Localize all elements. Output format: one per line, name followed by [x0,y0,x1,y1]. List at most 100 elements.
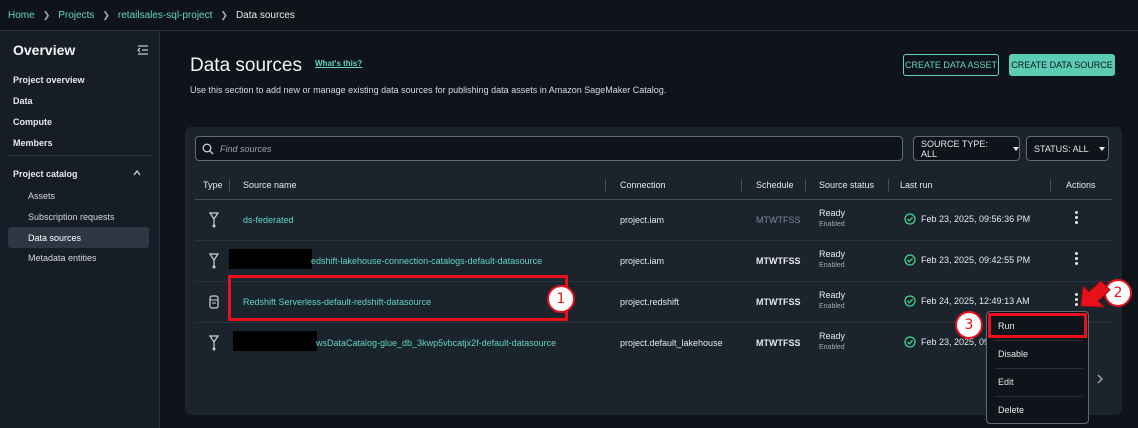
highlight-box-run [988,313,1087,338]
last-run-value: Feb 23, 2025, 09 [921,337,990,347]
status-sub-label: Enabled [819,303,845,310]
sidebar-divider [8,155,152,156]
create-data-source-button[interactable]: CREATE DATA SOURCE [1009,54,1115,76]
menu-item-delete[interactable]: Delete [998,405,1024,415]
menu-divider [995,396,1083,397]
sidebar-item-compute[interactable]: Compute [13,117,52,127]
sidebar-item-project-overview[interactable]: Project overview [13,75,85,85]
breadcrumb: Home ❯ Projects ❯ retailsales-sql-projec… [0,0,1138,31]
source-status-cell: Ready Enabled [819,331,845,353]
glue-crawler-icon [208,253,220,269]
highlight-box-source-name [228,275,568,321]
connection-cell: project.iam [620,256,665,266]
breadcrumb-projects[interactable]: Projects [58,10,94,21]
sidebar-item-assets[interactable]: Assets [28,191,55,201]
column-divider [1050,179,1051,192]
redacted-block [229,249,312,269]
column-divider [741,179,742,192]
sidebar-item-data-sources[interactable]: Data sources [28,233,81,243]
page-description: Use this section to add new or manage ex… [190,85,667,95]
search-icon [202,143,214,154]
menu-divider [995,340,1083,341]
glue-crawler-icon [208,335,220,351]
sidebar-item-data[interactable]: Data [13,96,33,106]
source-type-filter[interactable]: SOURCE TYPE: ALL [913,136,1020,161]
source-name-link[interactable]: ds-federated [243,215,294,225]
breadcrumb-home[interactable]: Home [8,10,35,21]
last-run-cell: Feb 23, 2025, 09:42:55 PM [904,254,1030,266]
schedule-cell: MTWTFSS [756,215,801,225]
glue-crawler-icon [208,212,220,228]
callout-3: 3 [955,311,983,339]
column-divider [805,179,806,192]
menu-divider [995,368,1083,369]
column-header-source-status[interactable]: Source status [819,180,874,190]
status-label: Ready [819,331,846,341]
column-header-type[interactable]: Type [203,180,223,190]
sidebar-item-members[interactable]: Members [13,138,53,148]
status-label: Ready [819,208,846,218]
last-run-cell: Feb 23, 2025, 09 [904,336,989,348]
redshift-database-icon [209,295,219,309]
sidebar-title: Overview [13,42,76,58]
search-placeholder: Find sources [220,143,272,154]
column-header-actions: Actions [1066,180,1096,190]
column-header-schedule[interactable]: Schedule [756,180,794,190]
source-status-cell: Ready Enabled [819,290,845,312]
source-name-link[interactable]: wsDataCatalog-glue_db_3kwp5vbcatjx2f-def… [316,338,556,348]
sidebar-item-subscription-requests[interactable]: Subscription requests [28,212,115,222]
menu-item-disable[interactable]: Disable [998,349,1028,359]
connection-cell: project.redshift [620,297,680,307]
schedule-cell: MTWTFSS [756,338,801,348]
menu-item-edit[interactable]: Edit [998,377,1014,387]
caret-down-icon [1098,146,1105,151]
row-actions-menu-icon[interactable] [1075,211,1079,227]
column-divider [888,179,889,192]
sidebar-item-metadata-entities[interactable]: Metadata entities [28,253,97,263]
schedule-cell: MTWTFSS [756,297,801,307]
last-run-value: Feb 23, 2025, 09:42:55 PM [921,255,1031,265]
row-actions-menu-icon[interactable] [1075,252,1079,268]
source-name-link[interactable]: edshift-lakehouse-connection-catalogs-de… [311,256,542,266]
chevron-up-icon[interactable] [133,169,141,177]
success-check-icon [904,295,916,307]
column-header-source-name[interactable]: Source name [243,180,297,190]
status-filter[interactable]: STATUS: ALL [1026,136,1109,161]
redacted-block [233,331,317,351]
sidebar-section-project-catalog[interactable]: Project catalog [13,169,78,179]
last-run-cell: Feb 24, 2025, 12:49:13 AM [904,295,1030,307]
status-sub-label: Enabled [819,262,845,269]
table-row[interactable]: ds-federated project.iam MTWTFSS Ready E… [195,200,1112,241]
success-check-icon [904,213,916,225]
chevron-right-icon: ❯ [42,9,51,20]
status-sub-label: Enabled [819,221,845,228]
column-header-last-run[interactable]: Last run [900,180,933,190]
callout-1: 1 [547,285,575,313]
chevron-right-icon: ❯ [220,9,228,20]
collapse-sidebar-icon[interactable] [137,44,149,56]
breadcrumb-project[interactable]: retailsales-sql-project [118,10,212,21]
schedule-cell: MTWTFSS [756,256,801,266]
create-data-asset-button[interactable]: CREATE DATA ASSET [903,54,999,76]
column-divider [605,179,606,192]
column-header-connection[interactable]: Connection [620,180,666,190]
success-check-icon [904,336,916,348]
sidebar: Overview Project overview Data Compute M… [0,31,160,428]
data-sources-panel: Find sources SOURCE TYPE: ALL STATUS: AL… [185,127,1122,415]
caret-down-icon [1013,146,1019,151]
success-check-icon [904,254,916,266]
breadcrumb-current: Data sources [235,9,295,21]
status-sub-label: Enabled [819,344,845,351]
source-status-cell: Ready Enabled [819,208,845,230]
chevron-right-icon: ❯ [102,9,110,20]
search-input[interactable]: Find sources [195,136,903,161]
annotation-arrow-icon [1080,280,1111,308]
chevron-right-icon[interactable] [1095,373,1105,385]
connection-cell: project.default_lakehouse [620,338,723,348]
status-label: Ready [819,290,846,300]
connection-cell: project.iam [620,215,665,225]
last-run-value: Feb 23, 2025, 09:56:36 PM [921,214,1031,224]
status-label: Ready [819,249,846,259]
page-title: Data sources [190,55,302,76]
whats-this-link[interactable]: What's this? [315,59,362,68]
